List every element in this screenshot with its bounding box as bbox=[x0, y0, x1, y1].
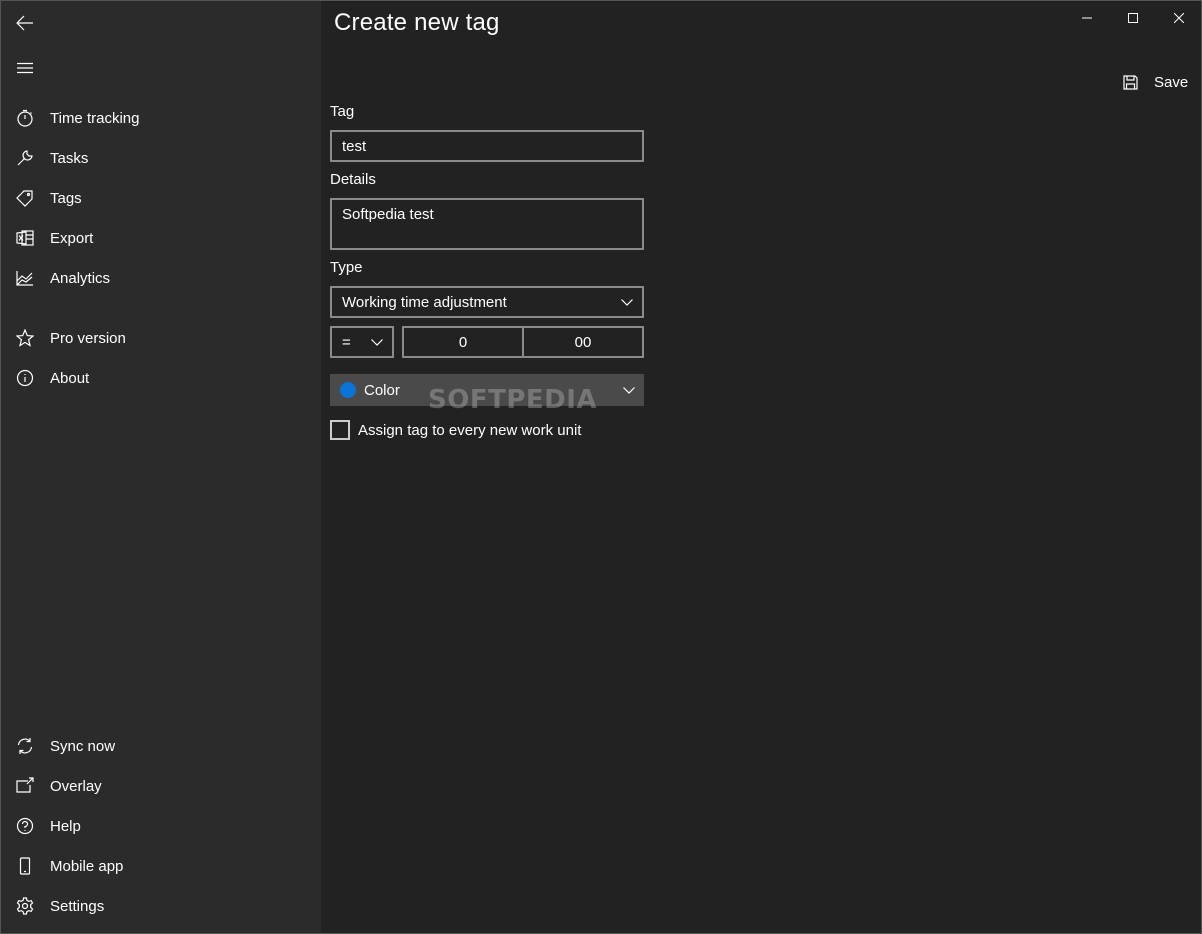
hamburger-icon bbox=[17, 62, 33, 74]
star-icon bbox=[1, 318, 49, 358]
details-input[interactable]: Softpedia test bbox=[330, 198, 644, 250]
help-icon bbox=[1, 806, 49, 846]
sync-icon bbox=[1, 726, 49, 766]
excel-icon bbox=[1, 218, 49, 258]
chevron-down-icon bbox=[614, 386, 644, 394]
overlay-icon bbox=[1, 766, 49, 806]
nav-item-help[interactable]: Help bbox=[1, 806, 321, 846]
maximize-button[interactable] bbox=[1110, 1, 1156, 35]
gear-icon bbox=[1, 886, 49, 926]
wrench-icon bbox=[1, 138, 49, 178]
nav-item-tags[interactable]: Tags bbox=[1, 178, 321, 218]
tag-input[interactable]: test bbox=[330, 130, 644, 162]
nav-item-label: Pro version bbox=[50, 329, 126, 347]
nav-item-label: Tasks bbox=[50, 149, 89, 167]
nav-item-label: Overlay bbox=[50, 777, 102, 795]
nav-item-label: Settings bbox=[50, 897, 105, 915]
color-swatch bbox=[340, 382, 356, 398]
back-button[interactable] bbox=[1, 3, 49, 43]
assign-tag-checkbox[interactable] bbox=[330, 420, 350, 440]
nav-item-tasks[interactable]: Tasks bbox=[1, 138, 321, 178]
assign-tag-checkbox-row[interactable]: Assign tag to every new work unit bbox=[330, 419, 581, 441]
softpedia-watermark: SOFTPEDIA bbox=[428, 385, 598, 415]
tag-input-value: test bbox=[342, 137, 367, 155]
back-arrow-icon bbox=[16, 15, 33, 31]
operator-dropdown[interactable]: = bbox=[330, 326, 394, 358]
assign-tag-label: Assign tag to every new work unit bbox=[358, 421, 582, 439]
operator-dropdown-value: = bbox=[342, 333, 351, 351]
nav-item-label: Sync now bbox=[50, 737, 116, 755]
save-button[interactable]: Save bbox=[1113, 65, 1193, 99]
nav-item-time-tracking[interactable]: Time tracking bbox=[1, 98, 321, 138]
nav-item-label: Mobile app bbox=[50, 857, 124, 875]
nav-item-label: About bbox=[50, 369, 90, 387]
nav-item-pro-version[interactable]: Pro version bbox=[1, 318, 321, 358]
hamburger-menu-button[interactable] bbox=[1, 48, 49, 88]
minimize-icon bbox=[1082, 17, 1092, 19]
nav-item-label: Help bbox=[50, 817, 81, 835]
nav-item-mobile-app[interactable]: Mobile app bbox=[1, 846, 321, 886]
hours-input[interactable]: 0 bbox=[402, 326, 524, 358]
nav-item-export[interactable]: Export bbox=[1, 218, 321, 258]
chart-icon bbox=[1, 258, 49, 298]
tag-icon bbox=[1, 178, 49, 218]
nav-item-overlay[interactable]: Overlay bbox=[1, 766, 321, 806]
nav-item-label: Tags bbox=[50, 189, 82, 207]
save-label: Save bbox=[1154, 73, 1189, 91]
close-icon bbox=[1174, 13, 1184, 23]
app-window: Time tracking Tasks Tags Export Analytic… bbox=[0, 0, 1202, 934]
hours-input-value: 0 bbox=[458, 333, 468, 351]
nav-item-about[interactable]: About bbox=[1, 358, 321, 398]
info-icon bbox=[1, 358, 49, 398]
nav-item-sync-now[interactable]: Sync now bbox=[1, 726, 321, 766]
type-dropdown-value: Working time adjustment bbox=[342, 293, 507, 311]
save-icon bbox=[1123, 74, 1138, 90]
details-label: Details bbox=[330, 171, 376, 188]
minutes-input[interactable]: 00 bbox=[522, 326, 644, 358]
minutes-input-value: 00 bbox=[574, 333, 592, 351]
type-label: Type bbox=[330, 259, 363, 276]
nav-item-label: Time tracking bbox=[50, 109, 140, 127]
sidebar: Time tracking Tasks Tags Export Analytic… bbox=[1, 1, 321, 933]
nav-item-settings[interactable]: Settings bbox=[1, 886, 321, 926]
close-button[interactable] bbox=[1156, 1, 1202, 35]
nav-item-label: Analytics bbox=[50, 269, 111, 287]
nav-item-analytics[interactable]: Analytics bbox=[1, 258, 321, 298]
chevron-down-icon bbox=[612, 298, 642, 306]
details-input-value: Softpedia test bbox=[342, 206, 434, 223]
minimize-button[interactable] bbox=[1064, 1, 1110, 35]
stopwatch-icon bbox=[1, 98, 49, 138]
tag-label: Tag bbox=[330, 103, 355, 120]
phone-icon bbox=[1, 846, 49, 886]
nav-item-label: Export bbox=[50, 229, 94, 247]
maximize-icon bbox=[1128, 13, 1138, 23]
chevron-down-icon bbox=[362, 338, 392, 346]
page-title: Create new tag bbox=[334, 9, 500, 36]
type-dropdown[interactable]: Working time adjustment bbox=[330, 286, 644, 318]
